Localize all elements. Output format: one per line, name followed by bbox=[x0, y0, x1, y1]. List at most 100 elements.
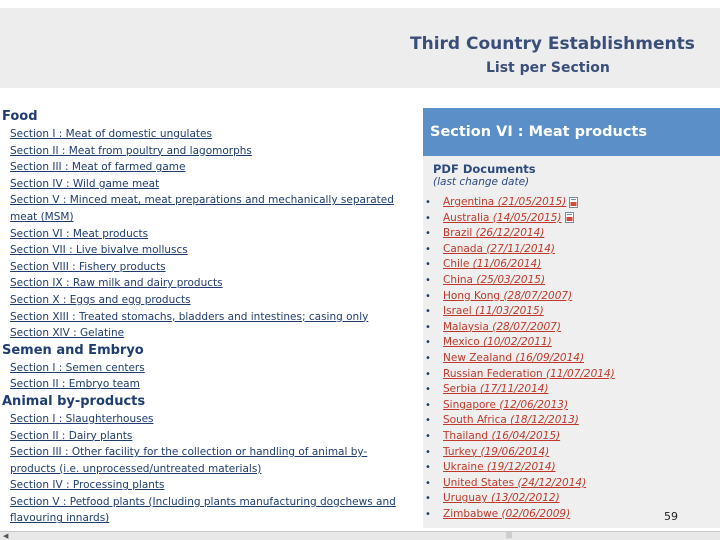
country-link[interactable]: Zimbabwe (02/06/2009) bbox=[443, 508, 570, 520]
section-link[interactable]: Section VIII : Fishery products bbox=[0, 259, 416, 276]
list-item: Serbia (17/11/2014) bbox=[425, 382, 720, 398]
change-date: (13/02/2012) bbox=[490, 492, 560, 505]
section-link[interactable]: Section II : Embryo team bbox=[0, 376, 416, 393]
list-item: Singapore (12/06/2013) bbox=[425, 398, 720, 414]
country-link[interactable]: United States (24/12/2014) bbox=[443, 477, 586, 489]
country-link[interactable]: Argentina (21/05/2015) bbox=[443, 196, 566, 208]
country-name: China bbox=[443, 273, 473, 286]
country-name: Singapore bbox=[443, 398, 496, 411]
list-item: Uruguay (13/02/2012) bbox=[425, 491, 720, 507]
country-name: Israel bbox=[443, 305, 472, 318]
page-title: Third Country Establishments bbox=[410, 34, 695, 54]
country-link[interactable]: China (25/03/2015) bbox=[443, 274, 545, 286]
list-item: Chile (11/06/2014) bbox=[425, 257, 720, 273]
country-link[interactable]: Serbia (17/11/2014) bbox=[443, 383, 549, 395]
list-item: Hong Kong (28/07/2007) bbox=[425, 289, 720, 305]
pdf-icon[interactable] bbox=[569, 196, 579, 208]
country-link[interactable]: Mexico (10/02/2011) bbox=[443, 336, 552, 348]
change-date: (11/07/2014) bbox=[546, 367, 615, 380]
country-name: Canada bbox=[443, 242, 483, 255]
section-link[interactable]: Section III : Other facility for the col… bbox=[0, 444, 410, 477]
page-number: 59 bbox=[664, 510, 678, 523]
category-heading-semen-embryo: Semen and Embryo bbox=[2, 342, 144, 358]
country-name: South Africa bbox=[443, 414, 507, 427]
list-item: New Zealand (16/09/2014) bbox=[425, 351, 720, 367]
section-link[interactable]: Section XIV : Gelatine bbox=[0, 325, 416, 342]
country-name: Ukraine bbox=[443, 461, 484, 474]
section-link[interactable]: Section IV : Processing plants bbox=[0, 477, 416, 494]
pdf-icon[interactable] bbox=[564, 212, 574, 224]
list-item: China (25/03/2015) bbox=[425, 273, 720, 289]
pdf-documents-heading: PDF Documents bbox=[433, 162, 536, 176]
country-link[interactable]: Canada (27/11/2014) bbox=[443, 243, 555, 255]
change-date: (28/07/2007) bbox=[492, 320, 561, 333]
country-link[interactable]: Chile (11/06/2014) bbox=[443, 258, 541, 270]
change-date: (12/06/2013) bbox=[499, 398, 569, 411]
section-link[interactable]: Section VII : Live bivalve molluscs bbox=[0, 242, 416, 259]
country-link[interactable]: Malaysia (28/07/2007) bbox=[443, 321, 561, 333]
country-name: Russian Federation bbox=[443, 367, 543, 380]
change-date: (11/03/2015) bbox=[475, 305, 544, 318]
section-link[interactable]: Section II : Meat from poultry and lagom… bbox=[0, 143, 416, 160]
section-link[interactable]: Section V : Petfood plants (Including pl… bbox=[0, 494, 410, 527]
spacer bbox=[0, 88, 720, 108]
change-date: (21/05/2015) bbox=[497, 196, 567, 208]
country-name: Argentina bbox=[443, 196, 495, 208]
country-name: New Zealand bbox=[443, 351, 512, 364]
list-item: Ukraine (19/12/2014) bbox=[425, 460, 720, 476]
country-link[interactable]: Israel (11/03/2015) bbox=[443, 305, 544, 317]
section-link[interactable]: Section X : Eggs and egg products bbox=[0, 292, 416, 309]
change-date: (19/06/2014) bbox=[480, 445, 550, 458]
section-list-panel: Food Section I : Meat of domestic ungula… bbox=[0, 108, 416, 527]
change-date: (26/12/2014) bbox=[475, 227, 545, 240]
section-link[interactable]: Section IV : Wild game meat bbox=[0, 176, 416, 193]
section-link[interactable]: Section I : Slaughterhouses bbox=[0, 411, 416, 428]
list-item: Israel (11/03/2015) bbox=[425, 304, 720, 320]
country-name: Serbia bbox=[443, 383, 477, 396]
section-link[interactable]: Section IX : Raw milk and dairy products bbox=[0, 275, 416, 292]
country-link[interactable]: Hong Kong (28/07/2007) bbox=[443, 290, 572, 302]
list-item: Zimbabwe (02/06/2009) bbox=[425, 507, 720, 523]
banner: Third Country Establishments List per Se… bbox=[0, 0, 720, 88]
country-link[interactable]: South Africa (18/12/2013) bbox=[443, 414, 579, 426]
country-name: Thailand bbox=[443, 429, 489, 442]
scroll-thumb-icon[interactable]: ||| bbox=[506, 533, 512, 539]
country-name: Zimbabwe bbox=[443, 507, 499, 520]
country-link[interactable]: New Zealand (16/09/2014) bbox=[443, 352, 584, 364]
country-name: Turkey bbox=[443, 445, 478, 458]
horizontal-scrollbar[interactable]: ◀ ||| bbox=[0, 531, 720, 540]
list-item: Argentina (21/05/2015) bbox=[425, 195, 720, 211]
list-item: Russian Federation (11/07/2014) bbox=[425, 367, 720, 383]
page-subtitle: List per Section bbox=[486, 60, 610, 76]
list-item: Brazil (26/12/2014) bbox=[425, 226, 720, 242]
section-link[interactable]: Section V : Minced meat, meat preparatio… bbox=[0, 192, 410, 225]
country-name: United States bbox=[443, 476, 515, 489]
section-link[interactable]: Section VI : Meat products bbox=[0, 226, 416, 243]
country-link[interactable]: Brazil (26/12/2014) bbox=[443, 227, 544, 239]
section-link[interactable]: Section I : Semen centers bbox=[0, 360, 416, 377]
country-link[interactable]: Singapore (12/06/2013) bbox=[443, 399, 568, 411]
country-link[interactable]: Thailand (16/04/2015) bbox=[443, 430, 560, 442]
country-link[interactable]: Uruguay (13/02/2012) bbox=[443, 492, 560, 504]
country-link[interactable]: Turkey (19/06/2014) bbox=[443, 446, 549, 458]
list-item: Thailand (16/04/2015) bbox=[425, 429, 720, 445]
change-date: (18/12/2013) bbox=[510, 414, 579, 427]
country-name: Mexico bbox=[443, 336, 480, 349]
section-link[interactable]: Section II : Dairy plants bbox=[0, 428, 416, 445]
scroll-left-icon[interactable]: ◀ bbox=[3, 532, 8, 540]
country-name: Malaysia bbox=[443, 320, 489, 333]
country-list: Argentina (21/05/2015) Australia (14/05/2… bbox=[423, 195, 720, 522]
change-date: (16/09/2014) bbox=[515, 351, 585, 364]
country-name: Hong Kong bbox=[443, 289, 501, 302]
section-link[interactable]: Section I : Meat of domestic ungulates bbox=[0, 126, 416, 143]
list-item: United States (24/12/2014) bbox=[425, 476, 720, 492]
change-date: (14/05/2015) bbox=[492, 211, 562, 224]
list-item: Mexico (10/02/2011) bbox=[425, 335, 720, 351]
country-link[interactable]: Ukraine (19/12/2014) bbox=[443, 461, 556, 473]
country-link[interactable]: Russian Federation (11/07/2014) bbox=[443, 368, 615, 380]
list-item: Australia (14/05/2015) bbox=[425, 211, 720, 227]
country-link[interactable]: Australia (14/05/2015) bbox=[443, 212, 562, 224]
change-date: (27/11/2014) bbox=[486, 242, 556, 255]
section-link[interactable]: Section XIII : Treated stomachs, bladder… bbox=[0, 309, 416, 326]
section-link[interactable]: Section III : Meat of farmed game bbox=[0, 159, 416, 176]
